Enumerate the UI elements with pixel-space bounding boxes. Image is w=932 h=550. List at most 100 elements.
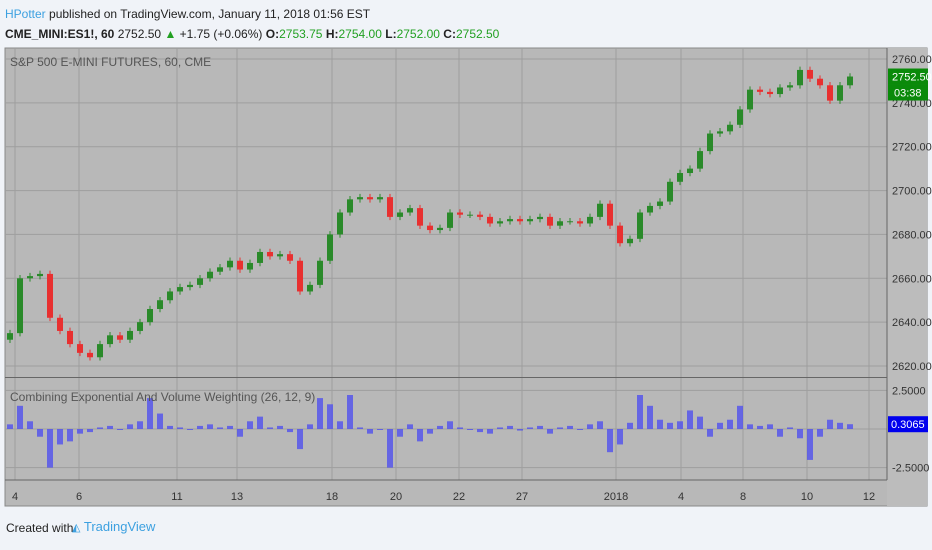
chart[interactable]: 4 6 11 13 18 20 22 27 2018 4 8 10 12 2620.00 2640.00 26… xyxy=(0,0,932,515)
histogram-bar xyxy=(847,424,853,429)
candle xyxy=(357,197,363,200)
histogram-bar xyxy=(447,421,453,429)
candle xyxy=(7,333,13,340)
candle xyxy=(377,197,383,200)
histogram-bar xyxy=(237,429,243,437)
x-tick-label: 13 xyxy=(231,491,243,503)
histogram-bar xyxy=(367,429,373,434)
histogram-bar xyxy=(757,425,763,429)
candle xyxy=(307,284,313,292)
candle xyxy=(217,267,223,272)
candle xyxy=(77,344,83,353)
histogram-bar xyxy=(437,425,443,429)
created-with: Created with xyxy=(6,521,74,535)
x-tick-label: 6 xyxy=(76,491,82,503)
histogram-bar xyxy=(507,425,513,429)
candle xyxy=(417,208,423,226)
histogram-bar xyxy=(797,429,803,439)
last-price-label: 2752.50 xyxy=(892,72,932,84)
candle xyxy=(547,216,553,226)
candle xyxy=(507,219,513,222)
candle xyxy=(647,205,653,213)
candle xyxy=(827,85,833,101)
histogram-bar xyxy=(697,416,703,429)
histogram-bar xyxy=(337,421,343,429)
histogram-bar xyxy=(717,422,723,429)
candle xyxy=(337,212,343,235)
histogram-bar xyxy=(227,425,233,429)
histogram-bar xyxy=(277,425,283,429)
candle xyxy=(627,238,633,244)
histogram-bar xyxy=(167,425,173,429)
candle xyxy=(27,276,33,279)
histogram-bar xyxy=(777,429,783,437)
indicator-tick-label: -2.5000 xyxy=(892,463,929,475)
candle xyxy=(47,273,53,318)
candle xyxy=(767,91,773,95)
histogram-bar xyxy=(157,413,163,429)
candle xyxy=(197,278,203,285)
histogram-bar xyxy=(767,424,773,429)
candle xyxy=(587,216,593,224)
price-tick-label: 2620.00 xyxy=(892,361,932,373)
histogram-bar xyxy=(817,429,823,437)
candle xyxy=(117,335,123,340)
x-tick-label: 8 xyxy=(740,491,746,503)
histogram-bar xyxy=(527,427,533,429)
histogram-bar xyxy=(727,419,733,429)
histogram-bar xyxy=(327,404,333,429)
tradingview-logo[interactable]: ◭ TradingView xyxy=(72,519,155,534)
candle xyxy=(607,203,613,226)
candle xyxy=(277,254,283,257)
histogram-bar xyxy=(427,429,433,434)
candle xyxy=(467,214,473,216)
indicator-tick-label: 2.5000 xyxy=(892,385,926,397)
histogram-bar xyxy=(537,425,543,429)
candle xyxy=(107,335,113,345)
candle xyxy=(397,212,403,217)
candle xyxy=(797,69,803,86)
x-tick-label: 18 xyxy=(326,491,338,503)
histogram-bar xyxy=(517,429,523,431)
histogram-bar xyxy=(377,429,383,430)
histogram-bar xyxy=(687,410,693,429)
histogram-bar xyxy=(397,429,403,437)
histogram-bar xyxy=(37,429,43,437)
histogram-bar xyxy=(347,395,353,429)
x-tick-label: 27 xyxy=(516,491,528,503)
histogram-bar xyxy=(407,424,413,429)
brand: TradingView xyxy=(83,519,156,534)
histogram-bar xyxy=(127,424,133,429)
candle xyxy=(717,131,723,134)
histogram-bar xyxy=(657,419,663,429)
candle xyxy=(677,173,683,182)
histogram-bar xyxy=(47,429,53,468)
histogram-bar xyxy=(207,424,213,429)
x-tick-label: 4 xyxy=(678,491,684,503)
histogram-bar xyxy=(197,425,203,429)
candle xyxy=(537,216,543,220)
histogram-bar xyxy=(417,429,423,442)
histogram-bar xyxy=(267,427,273,429)
candle xyxy=(207,271,213,279)
candle xyxy=(97,344,103,358)
x-tick-label: 2018 xyxy=(604,491,628,503)
histogram-bar xyxy=(587,424,593,429)
candle xyxy=(297,260,303,292)
candle xyxy=(367,197,373,200)
candle xyxy=(597,203,603,217)
candle xyxy=(517,219,523,222)
countdown-label: 03:38 xyxy=(894,88,922,100)
indicator-title: Combining Exponential And Volume Weighti… xyxy=(10,390,315,404)
histogram-bar xyxy=(357,427,363,429)
histogram-bar xyxy=(707,429,713,437)
candle xyxy=(667,181,673,202)
histogram-bar xyxy=(97,427,103,429)
histogram-bar xyxy=(497,427,503,429)
candle xyxy=(267,251,273,257)
price-tick-label: 2700.00 xyxy=(892,186,932,198)
candle xyxy=(257,251,263,263)
candle xyxy=(617,225,623,244)
candle xyxy=(147,309,153,323)
histogram-bar xyxy=(647,405,653,429)
